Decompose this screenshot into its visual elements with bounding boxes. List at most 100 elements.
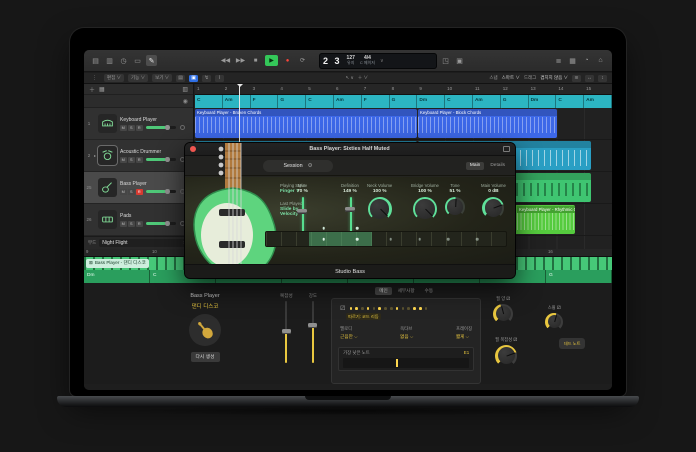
flex-icon[interactable]: ⌇ xyxy=(215,75,224,82)
lowest-note-slider[interactable] xyxy=(343,358,469,368)
duplicate-track-icon[interactable]: ▦ xyxy=(99,86,105,93)
pattern-dot[interactable] xyxy=(407,307,410,310)
volume-slider[interactable] xyxy=(146,222,176,225)
chord-cell[interactable]: Dm xyxy=(529,95,557,108)
player-preset[interactable]: 댄디 디스코 xyxy=(192,302,219,310)
solo-button[interactable]: S xyxy=(128,125,135,131)
tab-수동[interactable]: 수동 xyxy=(421,287,437,295)
pencil-tool-icon[interactable]: ✎ xyxy=(146,55,157,66)
chord-cell[interactable]: Dm xyxy=(417,95,445,108)
zoom-h-icon[interactable]: ↔ xyxy=(585,75,594,82)
rewind-icon[interactable]: ◀◀ xyxy=(220,55,231,66)
zoom-v-icon[interactable]: ↕ xyxy=(598,75,607,82)
lane-keyboard-player[interactable]: Keyboard Player - Broken Chords Keyboard… xyxy=(195,108,612,140)
pattern-dot[interactable] xyxy=(396,307,399,310)
quick-help-icon[interactable]: ◷ xyxy=(118,55,129,66)
view-button-details[interactable]: Details xyxy=(486,162,509,170)
snap-menu[interactable]: 스마트 ∨ xyxy=(502,75,520,81)
piano-icon[interactable] xyxy=(98,114,117,133)
inspector-icon[interactable]: ▥ xyxy=(104,55,115,66)
pattern-dot[interactable] xyxy=(355,307,358,310)
record-button[interactable]: ● xyxy=(282,55,293,66)
track-header-bass-player[interactable]: 25Bass PlayerMSR xyxy=(84,172,193,204)
view-button-main[interactable]: Main xyxy=(466,162,484,170)
filter-icon[interactable]: ◉ xyxy=(183,98,188,105)
chord-cell[interactable]: G xyxy=(278,95,306,108)
mute-button[interactable]: M xyxy=(120,157,127,163)
region-keyboard-broken-chords[interactable]: Keyboard Player - Broken Chords xyxy=(195,109,417,138)
volume-slider[interactable] xyxy=(146,158,176,161)
plugin-knob-bridge-volume[interactable]: Bridge Volume100 % xyxy=(411,183,439,221)
add-track-icon[interactable]: ＋ xyxy=(89,85,95,94)
bass-player-plugin-window[interactable]: Bass Player: Sixties Half Muted Session … xyxy=(185,143,515,278)
record-enable-button[interactable]: R xyxy=(136,189,143,195)
pattern-dot[interactable] xyxy=(350,307,353,310)
play-button[interactable]: ▶ xyxy=(265,55,278,66)
track-header-pads[interactable]: 26PadsMSR xyxy=(84,204,193,236)
pattern-dot[interactable] xyxy=(402,307,405,310)
chord-cell[interactable]: F xyxy=(251,95,279,108)
link-icon[interactable] xyxy=(503,146,510,152)
forward-icon[interactable]: ▶▶ xyxy=(235,55,246,66)
stop-icon[interactable]: ■ xyxy=(250,55,261,66)
pattern-dot[interactable] xyxy=(419,307,422,310)
pattern-dot[interactable] xyxy=(425,307,428,310)
pattern-dot[interactable] xyxy=(367,307,370,310)
editor-knob-필-복잡성[interactable]: 필 복잡성 ⚂ xyxy=(495,337,517,367)
command-tool-menu[interactable]: ＋ ∨ xyxy=(358,75,368,81)
chord-cell[interactable]: G xyxy=(501,95,529,108)
volume-slider[interactable] xyxy=(146,190,176,193)
regenerate-button[interactable]: 다시 생성 xyxy=(191,352,220,362)
param-value-menu[interactable]: 근음만 ⌵ xyxy=(340,334,357,340)
chord-cell[interactable]: F xyxy=(362,95,390,108)
record-enable-button[interactable]: R xyxy=(136,125,143,131)
view-menu[interactable]: 보기 ∨ xyxy=(152,74,172,82)
lowest-note-control[interactable]: 가장 낮은 노트 E1 xyxy=(338,347,474,371)
solo-button[interactable]: S xyxy=(128,157,135,163)
tuner-icon[interactable]: ◳ xyxy=(440,55,451,66)
automation-icon[interactable]: ↯ xyxy=(202,75,211,82)
edit-menu[interactable]: 편집 ∨ xyxy=(104,74,124,82)
plugin-knob-neck-volume[interactable]: Neck Volume100 % xyxy=(367,183,392,221)
gear-icon[interactable]: ⚙ xyxy=(308,163,313,169)
chord-cell[interactable]: Am xyxy=(334,95,362,108)
chord-track[interactable]: CAmFGCAmFGDmCAmGDmCAm xyxy=(195,95,612,108)
tab-메인[interactable]: 메인 xyxy=(375,287,391,295)
pattern-dot[interactable] xyxy=(390,307,393,310)
chord-cell[interactable]: G xyxy=(390,95,418,108)
chord-cell[interactable]: Am xyxy=(223,95,251,108)
record-enable-button[interactable]: R xyxy=(136,157,143,163)
drag-menu[interactable]: 겹치지 않음 ∨ xyxy=(540,75,568,81)
chord-cell[interactable]: Dm xyxy=(84,270,150,283)
region-keyboard-block-chords[interactable]: Keyboard Player - Block Chords xyxy=(418,109,557,138)
lcd-display[interactable]: 2 3 127유지 4/4C 메이저 ∨ xyxy=(319,53,437,69)
editor-knob-스윙[interactable]: 스윙 ⚂ xyxy=(545,305,563,331)
library-icon[interactable]: ▤ xyxy=(90,55,101,66)
pan-knob[interactable] xyxy=(180,125,186,131)
loop-browser-icon[interactable]: ◔ xyxy=(581,55,592,66)
cycle-icon[interactable]: ⟳ xyxy=(297,55,308,66)
drums-icon[interactable] xyxy=(98,146,117,165)
waveform-zoom-icon[interactable]: ≋ xyxy=(572,75,581,82)
pattern-dot[interactable] xyxy=(373,307,376,310)
functions-menu[interactable]: 기능 ∨ xyxy=(128,74,148,82)
mute-button[interactable]: M xyxy=(120,125,127,131)
chord-cell[interactable]: C xyxy=(306,95,334,108)
note-pads-icon[interactable]: ▦ xyxy=(567,55,578,66)
header-options-icon[interactable]: ▥ xyxy=(182,86,188,93)
chord-cell[interactable]: C xyxy=(445,95,473,108)
chord-cell[interactable]: C xyxy=(195,95,223,108)
bar-ruler[interactable]: 123456789101112131415 xyxy=(195,84,612,95)
plugin-knob-main-volume[interactable]: Main Volume0 dB xyxy=(481,183,506,219)
mood-dropdown[interactable]: Night Flight ⇕ xyxy=(99,239,190,247)
browser-icon[interactable]: ⌂ xyxy=(595,55,606,66)
pointer-tool-menu[interactable]: ↖ ∨ xyxy=(345,75,353,81)
plugin-slider-mute[interactable]: Mute70 % xyxy=(297,183,308,237)
pattern-dot[interactable] xyxy=(361,307,364,310)
pattern-dot[interactable] xyxy=(384,307,387,310)
pads-icon[interactable] xyxy=(98,210,117,229)
pattern-dot[interactable] xyxy=(413,307,416,310)
list-editors-icon[interactable]: ≣ xyxy=(553,55,564,66)
volume-slider[interactable] xyxy=(146,126,176,129)
editor-slider-복잡성[interactable]: 복잡성 xyxy=(280,293,293,384)
